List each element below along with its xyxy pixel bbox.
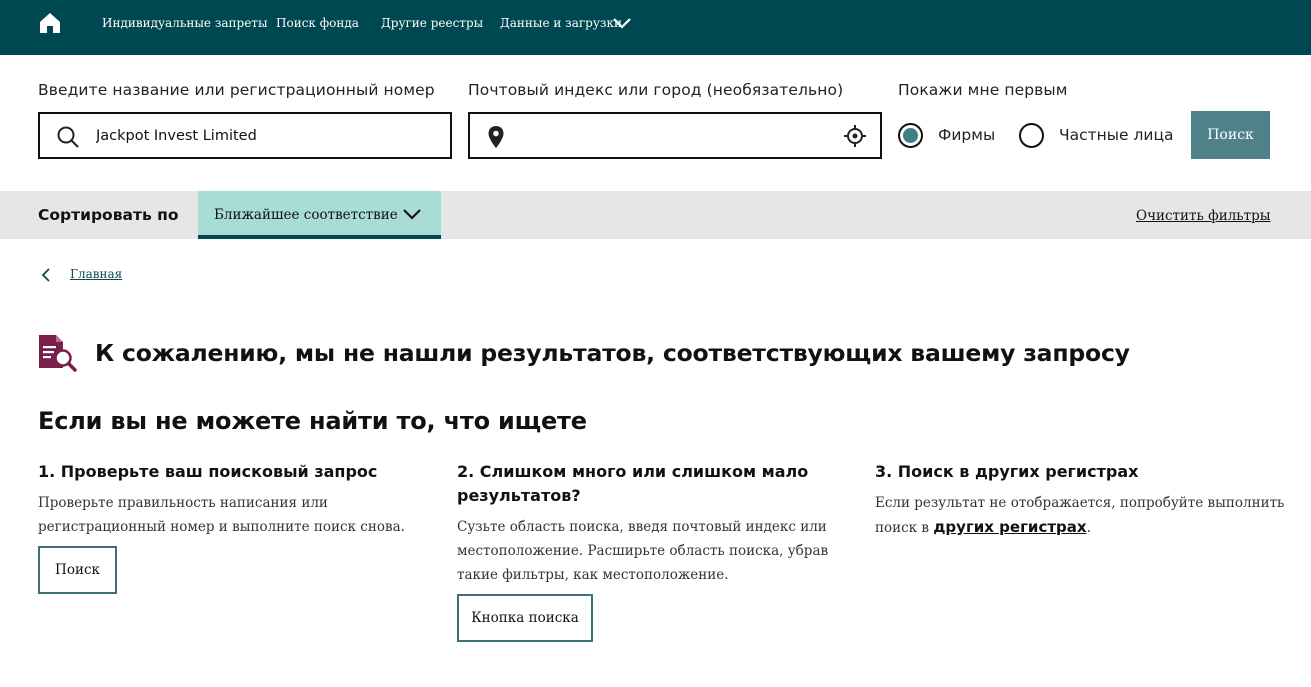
- tip-3-text-after: .: [1086, 520, 1091, 536]
- tip-1-title: 1. Проверьте ваш поисковый запрос: [38, 462, 378, 481]
- nav-data-downloads[interactable]: Данные и загрузки: [500, 15, 622, 31]
- chevron-left-icon: [41, 268, 50, 282]
- tip-1-search-button[interactable]: Поиск: [38, 546, 117, 594]
- name-search-input[interactable]: [96, 114, 441, 157]
- nav-individual-bans[interactable]: Индивидуальные запреты: [102, 15, 268, 31]
- tip-1-text: Проверьте правильность написания или рег…: [38, 495, 405, 535]
- sort-bar: [0, 191, 1311, 239]
- show-first-label: Покажи мне первым: [898, 81, 1068, 99]
- home-icon[interactable]: [38, 11, 62, 35]
- location-field: [468, 112, 882, 159]
- radio-firms[interactable]: [898, 123, 923, 148]
- search-icon: [57, 126, 79, 148]
- cant-find-heading: Если вы не можете найти то, что ищете: [38, 407, 587, 435]
- radio-firms-label[interactable]: Фирмы: [938, 126, 995, 144]
- sort-select[interactable]: Ближайшее соответствие: [198, 191, 441, 239]
- map-pin-icon: [488, 126, 504, 148]
- nav-fund-search[interactable]: Поиск фонда: [276, 15, 359, 31]
- no-results-title: К сожалению, мы не нашли результатов, со…: [95, 339, 1130, 367]
- tip-3-text: Если результат не отображается, попробуй…: [875, 491, 1285, 540]
- chevron-down-icon[interactable]: [612, 16, 632, 30]
- name-search-field: [38, 112, 452, 159]
- document-search-icon: [39, 335, 77, 372]
- tip-2-text: Сузьте область поиска, введя почтовый ин…: [457, 519, 829, 583]
- radio-individuals-label[interactable]: Частные лица: [1059, 126, 1174, 144]
- clear-filters-link[interactable]: Очистить фильтры: [1136, 208, 1270, 224]
- chevron-down-icon: [403, 209, 421, 220]
- sort-label: Сортировать по: [38, 206, 179, 224]
- name-field-label: Введите название или регистрационный ном…: [38, 81, 435, 99]
- tip-2-title: 2. Слишком много или слишком мало резуль…: [457, 462, 809, 505]
- nav-other-registers[interactable]: Другие реестры: [381, 15, 483, 31]
- radio-individuals[interactable]: [1019, 123, 1044, 148]
- search-button[interactable]: Поиск: [1191, 111, 1270, 159]
- location-field-label: Почтовый индекс или город (необязательно…: [468, 81, 844, 99]
- tip-3-title: 3. Поиск в других регистрах: [875, 462, 1139, 481]
- other-registers-link[interactable]: других регистрах: [933, 518, 1086, 536]
- breadcrumb-home-link[interactable]: Главная: [70, 267, 122, 281]
- locate-me-icon[interactable]: [844, 125, 866, 147]
- tip-2-search-button[interactable]: Кнопка поиска: [457, 594, 593, 642]
- location-input[interactable]: [520, 114, 830, 157]
- sort-select-value: Ближайшее соответствие: [214, 207, 398, 223]
- top-nav: Индивидуальные запреты Поиск фонда Други…: [0, 0, 1311, 55]
